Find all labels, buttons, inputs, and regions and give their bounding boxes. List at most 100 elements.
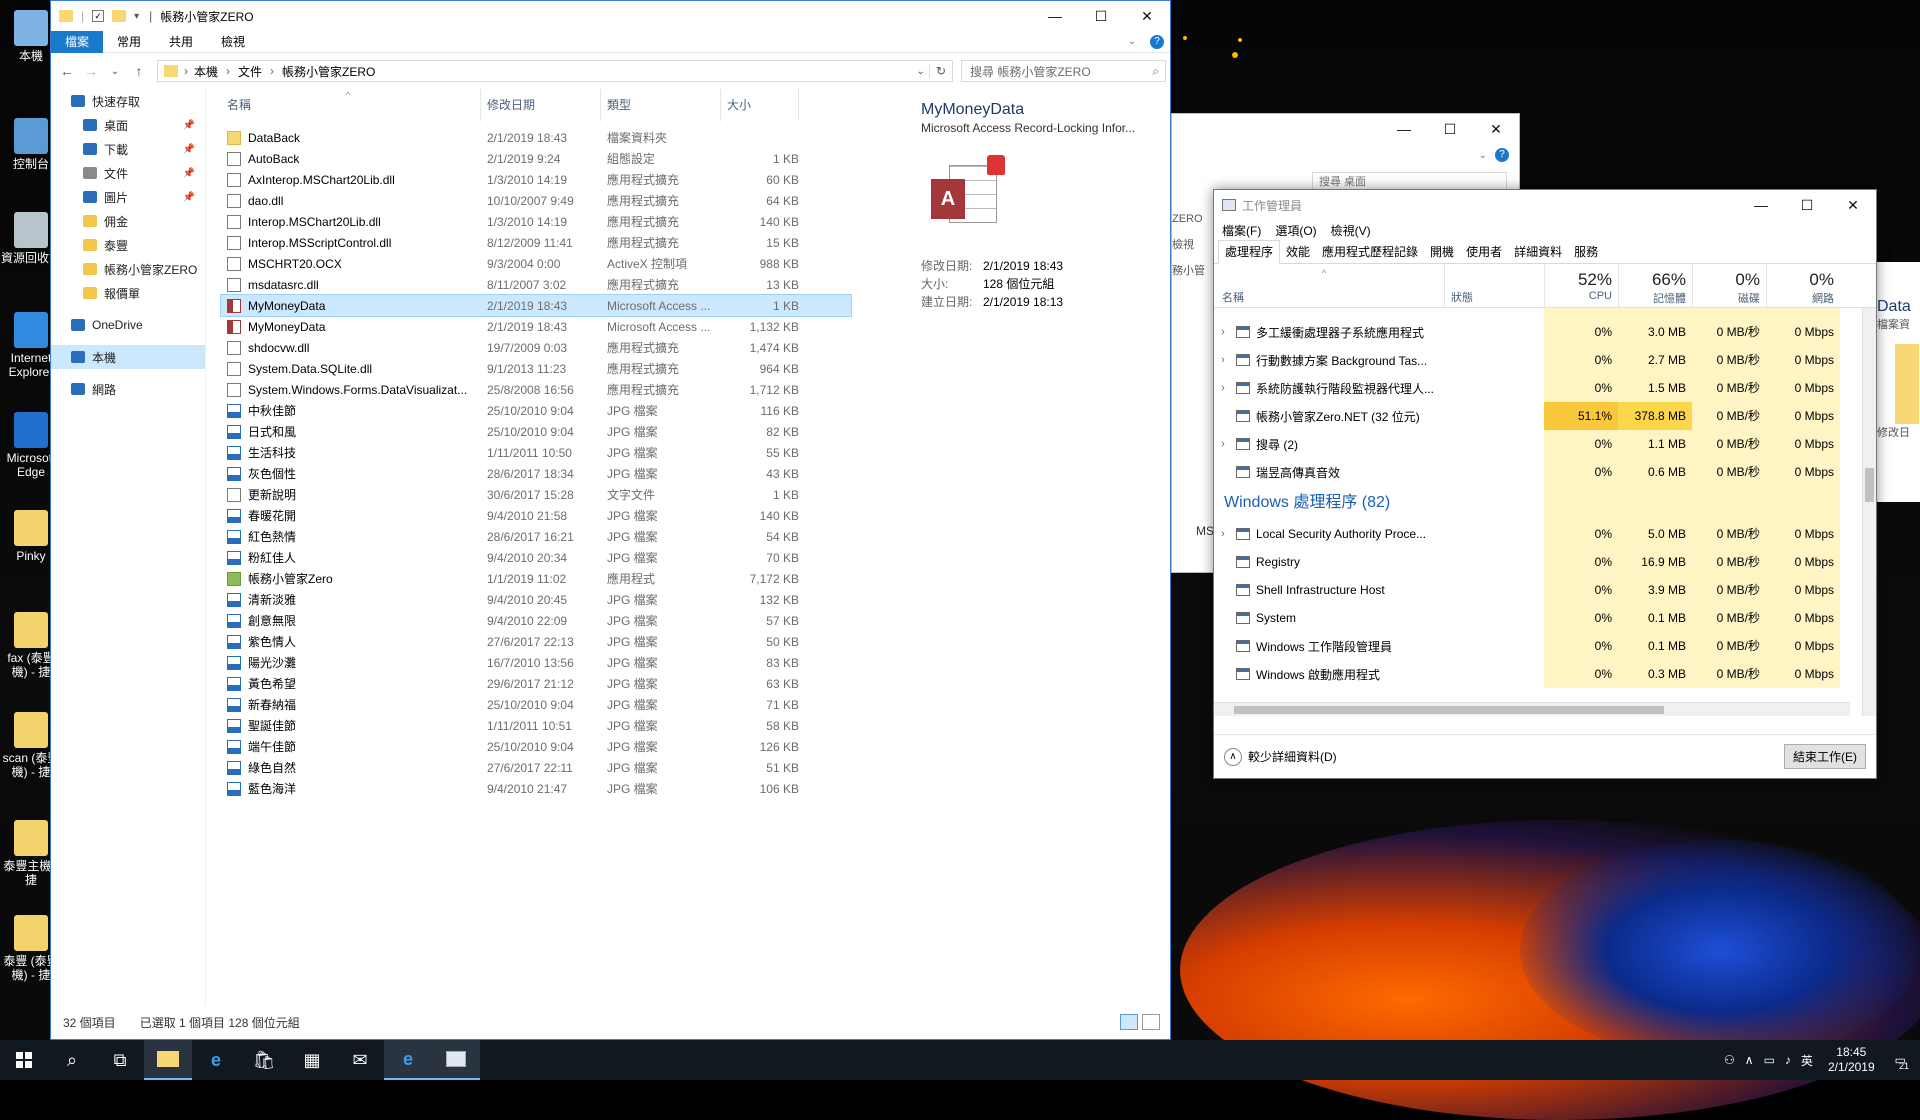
process-row[interactable]: Windows 工作階段管理員 0% 0.1 MB 0 MB/秒 0 Mbps [1214,632,1876,660]
minimize-icon[interactable]: — [1738,190,1784,220]
file-row[interactable]: 端午佳節 25/10/2010 9:04 JPG 檔案 126 KB [221,736,851,757]
details-view-icon[interactable] [1120,1014,1138,1030]
file-row[interactable]: 春暖花開 9/4/2010 21:58 JPG 檔案 140 KB [221,505,851,526]
close-icon[interactable]: ✕ [1473,114,1519,144]
address-dropdown-icon[interactable]: ⌄ [913,66,929,77]
tab-users[interactable]: 使用者 [1460,241,1508,263]
expand-chevron-icon[interactable]: › [1214,438,1232,450]
properties-icon[interactable]: ✓ [92,10,105,22]
people-icon[interactable]: ⚇ [1719,1053,1740,1067]
file-row[interactable]: 紫色情人 27/6/2017 22:13 JPG 檔案 50 KB [221,631,851,652]
clock[interactable]: 18:45 2/1/2019 [1818,1045,1885,1075]
file-row[interactable]: 創意無限 9/4/2010 22:09 JPG 檔案 57 KB [221,610,851,631]
task-view-icon[interactable]: ⧉ [96,1040,144,1080]
column-size[interactable]: 大小 [721,89,799,121]
menu-view[interactable]: 檢視(V) [1331,222,1371,239]
nav-item[interactable]: 下載 📌 [51,137,205,161]
nav-item[interactable]: 網路 [51,377,205,401]
file-row[interactable]: 日式和風 25/10/2010 9:04 JPG 檔案 82 KB [221,421,851,442]
nav-item[interactable]: OneDrive [51,313,205,337]
tab-services[interactable]: 服務 [1568,241,1604,263]
file-row[interactable]: dao.dll 10/10/2007 9:49 應用程式擴充 64 KB [221,190,851,211]
file-row[interactable]: AutoBack 2/1/2019 9:24 組態設定 1 KB [221,148,851,169]
process-row[interactable]: Registry 0% 16.9 MB 0 MB/秒 0 Mbps [1214,548,1876,576]
file-row[interactable]: DataBack 2/1/2019 18:43 檔案資料夾 [221,127,851,148]
search-input[interactable]: 搜尋 帳務小管家ZERO ⌕ [961,60,1166,82]
process-row[interactable]: 帳務小管家Zero.NET (32 位元) 51.1% 378.8 MB 0 MB/秒… [1214,402,1876,430]
process-row[interactable]: › 搜尋 (2) 0% 1.1 MB 0 MB/秒 0 Mbps [1214,430,1876,458]
process-row[interactable]: › 多工緩衝處理器子系統應用程式 0% 3.0 MB 0 MB/秒 0 Mbps [1214,318,1876,346]
tab-performance[interactable]: 效能 [1280,241,1316,263]
column-date[interactable]: 修改日期 [481,89,601,121]
tab-processes[interactable]: 處理程序 [1218,240,1281,264]
end-task-button[interactable]: 結束工作(E) [1784,744,1866,769]
file-row[interactable]: MyMoneyData 2/1/2019 18:43 Microsoft Acces… [221,316,851,337]
nav-item[interactable]: 泰豐 [51,233,205,257]
large-icons-view-icon[interactable] [1142,1014,1160,1030]
file-explorer-window[interactable]: | ✓ ▾ | 帳務小管家ZERO — ☐ ✕ 檔案 常用 共用 檢視 ⌄ ? … [50,0,1171,1040]
process-row[interactable]: Windows 啟動應用程式 0% 0.3 MB 0 MB/秒 0 Mbps [1214,660,1876,688]
file-row[interactable]: 生活科技 1/11/2011 10:50 JPG 檔案 55 KB [221,442,851,463]
volume-icon[interactable]: ♪ [1780,1053,1796,1067]
column-name[interactable]: ^ 名稱 [1214,264,1444,307]
file-row[interactable]: MyMoneyData 2/1/2019 18:43 Microsoft Acces… [220,294,852,317]
network-icon[interactable]: ▭ [1759,1053,1780,1067]
file-row[interactable]: AxInterop.MSChart20Lib.dll 1/3/2010 14:19… [221,169,851,190]
file-row[interactable]: 紅色熱情 28/6/2017 16:21 JPG 檔案 54 KB [221,526,851,547]
breadcrumb-this-pc[interactable]: 本機 [194,63,218,80]
address-bar[interactable]: › 本機 › 文件 › 帳務小管家ZERO ⌄ ↻ [157,60,953,82]
file-row[interactable]: 灰色個性 28/6/2017 18:34 JPG 檔案 43 KB [221,463,851,484]
expand-chevron-icon[interactable]: › [1214,382,1232,394]
tab-home[interactable]: 常用 [103,31,155,53]
refresh-icon[interactable]: ↻ [928,64,952,78]
nav-item[interactable]: 文件 📌 [51,161,205,185]
horizontal-scrollbar[interactable] [1214,702,1850,716]
task-manager-titlebar[interactable]: 工作管理員 — ☐ ✕ [1214,190,1876,220]
chevron-down-icon[interactable]: ⌄ [1114,31,1150,53]
windows-processes-group[interactable]: Windows 處理程序 (82) [1214,486,1544,520]
process-row[interactable]: Shell Infrastructure Host 0% 3.9 MB 0 MB/秒 0… [1214,576,1876,604]
file-row[interactable]: System.Windows.Forms.DataVisualizat... 25… [221,379,851,400]
forward-arrow-icon[interactable]: → [79,63,103,79]
process-row[interactable]: › Local Security Authority Proce... 0% 5.0 … [1214,520,1876,548]
tab-startup[interactable]: 開機 [1424,241,1460,263]
task-manager-taskbar-icon[interactable] [432,1040,480,1080]
calculator-taskbar-icon[interactable]: ▦ [288,1040,336,1080]
breadcrumb-documents[interactable]: 文件 [238,63,262,80]
chevron-down-icon[interactable]: ⌄ [1479,150,1487,161]
file-row[interactable]: 中秋佳節 25/10/2010 9:04 JPG 檔案 116 KB [221,400,851,421]
tab-file[interactable]: 檔案 [51,30,104,53]
fewer-details-button[interactable]: ∧ 較少詳細資料(D) [1224,747,1337,766]
task-manager-window[interactable]: 工作管理員 — ☐ ✕ 檔案(F) 選項(O) 檢視(V) 處理程序 效能 應用… [1213,189,1877,779]
maximize-icon[interactable]: ☐ [1078,1,1124,31]
column-cpu[interactable]: 52% CPU [1544,264,1618,307]
file-row[interactable]: 綠色自然 27/6/2017 22:11 JPG 檔案 51 KB [221,757,851,778]
column-network[interactable]: 0% 網路 [1766,264,1840,307]
expand-chevron-icon[interactable]: › [1214,528,1232,540]
column-status[interactable]: 狀態 [1444,264,1544,307]
menu-options[interactable]: 選項(O) [1275,222,1316,239]
close-icon[interactable]: ✕ [1830,190,1876,220]
file-row[interactable]: 清新淡雅 9/4/2010 20:45 JPG 檔案 132 KB [221,589,851,610]
column-name[interactable]: 名稱 ^ [221,89,481,121]
process-row[interactable]: 瑞昱高傳真音效 0% 0.6 MB 0 MB/秒 0 Mbps [1214,458,1876,486]
file-row[interactable]: msdatasrc.dll 8/11/2007 3:02 應用程式擴充 13 KB [221,274,851,295]
nav-item[interactable]: 佣金 [51,209,205,233]
up-arrow-icon[interactable]: ↑ [127,63,151,79]
column-memory[interactable]: 66% 記憶體 [1618,264,1692,307]
explorer-titlebar[interactable]: | ✓ ▾ | 帳務小管家ZERO — ☐ ✕ [51,1,1170,31]
minimize-icon[interactable]: — [1381,114,1427,144]
tab-share[interactable]: 共用 [155,31,207,53]
nav-item[interactable]: 快速存取 [51,89,205,113]
tab-app-history[interactable]: 應用程式歷程記錄 [1316,241,1424,263]
store-taskbar-icon[interactable]: 🛍 [240,1040,288,1080]
vertical-scrollbar[interactable] [1862,308,1876,716]
breadcrumb-current[interactable]: 帳務小管家ZERO [282,63,375,80]
mail-taskbar-icon[interactable]: ✉ [336,1040,384,1080]
file-row[interactable]: 帳務小管家Zero 1/1/2019 11:02 應用程式 7,172 KB [221,568,851,589]
edge-taskbar-icon[interactable]: e [192,1040,240,1080]
file-row[interactable]: 新春納福 25/10/2010 9:04 JPG 檔案 71 KB [221,694,851,715]
file-row[interactable]: 陽光沙灘 16/7/2010 13:56 JPG 檔案 83 KB [221,652,851,673]
close-icon[interactable]: ✕ [1124,1,1170,31]
search-icon[interactable]: ⌕ [48,1040,96,1080]
